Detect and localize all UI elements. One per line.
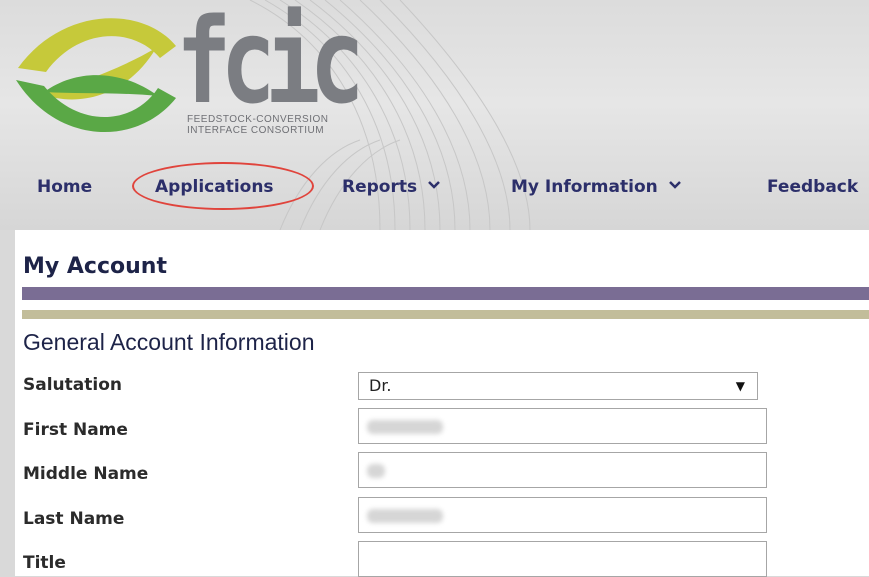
nav-item-label: Reports [342,177,418,197]
nav-item-feedback[interactable]: Feedback [767,170,858,204]
main-content: My Account General Account Information S… [15,230,869,577]
chevron-down-icon [668,170,682,204]
salutation-label: Salutation [23,375,122,395]
nav-item-reports[interactable]: Reports [342,170,441,204]
middle-name-field[interactable] [358,452,767,488]
nav-item-my-information[interactable]: My Information [511,170,682,204]
logo-tagline: FEEDSTOCK-CONVERSION INTERFACE CONSORTIU… [187,114,329,136]
tagline-line-2: INTERFACE CONSORTIUM [187,125,325,136]
middle-name-label: Middle Name [23,464,149,484]
salutation-value: Dr. [369,376,392,395]
highlight-circle-annotation [132,162,314,210]
dropdown-arrow-icon: ▼ [735,379,745,393]
logo-wordmark: fcic [176,0,365,130]
tagline-line-1: FEEDSTOCK-CONVERSION [187,114,329,125]
divider-khaki [22,310,869,319]
section-title: General Account Information [23,329,315,355]
last-name-field[interactable] [358,497,767,533]
first-name-field[interactable] [358,408,767,444]
first-name-label: First Name [23,420,128,440]
last-name-label: Last Name [23,509,125,529]
nav-item-label: Feedback [767,177,859,197]
nav-item-label: Home [37,177,93,197]
salutation-select[interactable]: Dr. ▼ [358,372,758,400]
chevron-down-icon [427,170,441,204]
redacted-value [367,464,385,478]
title-field[interactable] [358,541,767,577]
nav-item-label: My Information [511,177,658,197]
redacted-value [367,420,443,434]
redacted-value [367,509,443,523]
divider-purple [22,287,869,300]
title-label: Title [23,553,66,573]
page-title: My Account [23,254,167,279]
nav-item-home[interactable]: Home [37,170,92,204]
site-header: fcic FEEDSTOCK-CONVERSION INTERFACE CONS… [0,0,869,230]
main-nav: Home Applications Reports My Information… [0,170,869,204]
